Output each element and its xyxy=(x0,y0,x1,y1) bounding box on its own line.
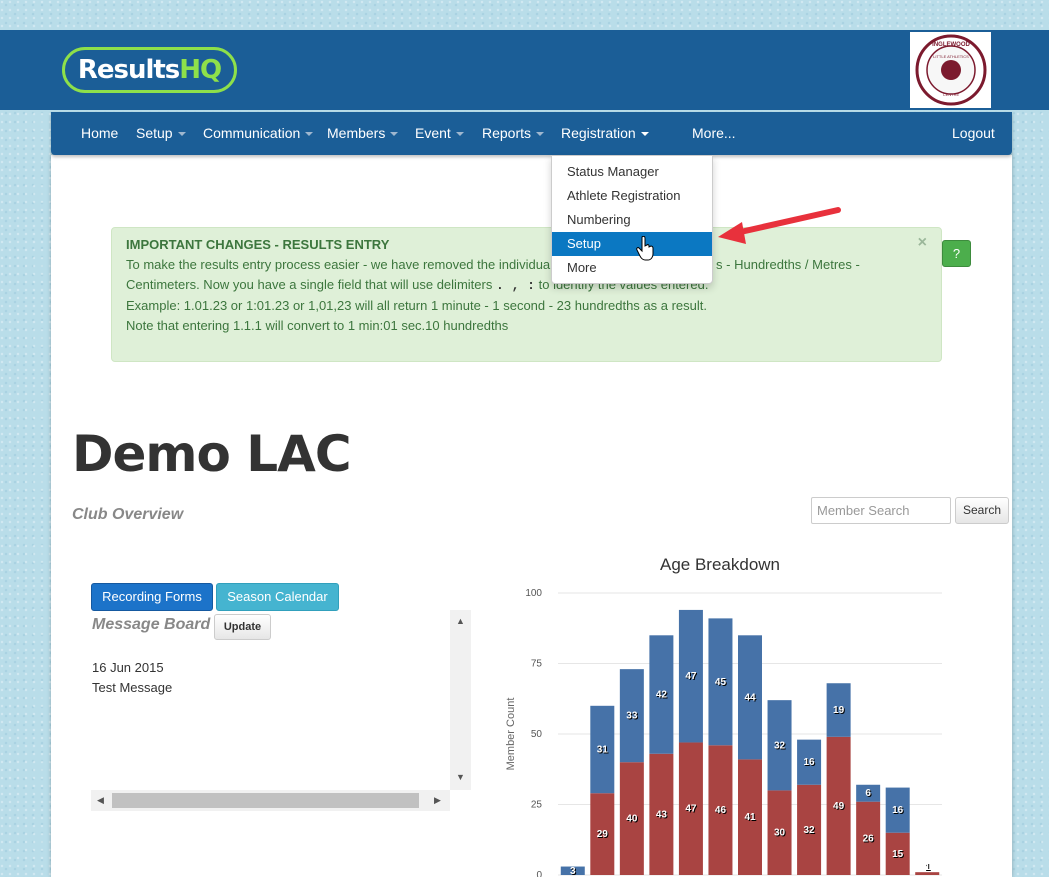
alert-line-4: Note that entering 1.1.1 will convert to… xyxy=(126,318,509,333)
caret-down-icon xyxy=(390,132,399,137)
bar-value-label: 47 xyxy=(685,671,697,682)
registration-menu-setup[interactable]: Setup xyxy=(552,232,712,256)
update-button[interactable]: Update xyxy=(214,614,271,640)
nav-reports[interactable]: Reports xyxy=(482,112,545,155)
member-search-input[interactable] xyxy=(811,497,951,524)
nav-members[interactable]: Members xyxy=(327,112,399,155)
message-date: 16 Jun 2015 xyxy=(92,660,164,675)
y-tick-label: 25 xyxy=(531,800,543,811)
message-text: Test Message xyxy=(92,680,173,695)
bar-value-label: 1 xyxy=(924,862,930,873)
club-title: Demo LAC xyxy=(72,425,352,483)
bar-value-label: 19 xyxy=(833,705,845,716)
scroll-up-icon[interactable]: ▲ xyxy=(456,616,465,626)
svg-text:INGLEWOOD: INGLEWOOD xyxy=(932,42,970,48)
alert-line-1: To make the results entry process easier… xyxy=(126,257,554,272)
bar-value-label: 47 xyxy=(685,804,697,815)
bar-value-label: 46 xyxy=(715,805,727,816)
season-calendar-button[interactable]: Season Calendar xyxy=(216,583,339,611)
registration-menu-numbering[interactable]: Numbering xyxy=(552,208,712,232)
nav-logout[interactable]: Logout xyxy=(952,112,995,155)
bar-value-label: 42 xyxy=(656,690,668,701)
caret-down-icon xyxy=(536,132,545,137)
bar-value-label: 3 xyxy=(570,866,576,877)
scroll-right-icon[interactable]: ▶ xyxy=(434,795,441,806)
message-vertical-scrollbar[interactable]: ▲ ▼ xyxy=(450,610,471,790)
search-button[interactable]: Search xyxy=(955,497,1009,524)
main-navbar: Home Setup Communication Members Event Report… xyxy=(51,112,1012,155)
nav-setup[interactable]: Setup xyxy=(136,112,186,155)
bar-value-label: 31 xyxy=(597,745,609,756)
nav-more[interactable]: More... xyxy=(692,112,736,155)
registration-dropdown: Status Manager Athlete Registration Number… xyxy=(551,155,713,284)
bar-value-label: 29 xyxy=(597,829,609,840)
bar-value-label: 44 xyxy=(744,692,756,703)
nav-registration[interactable]: Registration xyxy=(561,112,649,155)
bar-value-label: 16 xyxy=(804,757,816,768)
bar-value-label: 40 xyxy=(626,814,638,825)
y-tick-label: 0 xyxy=(536,870,542,877)
caret-down-icon xyxy=(305,132,314,137)
bar-value-label: 16 xyxy=(892,805,904,816)
club-badge-logo: INGLEWOOD LITTLE ATHLETICS CENTRE xyxy=(910,32,991,108)
y-tick-label: 50 xyxy=(531,729,543,740)
club-overview-heading: Club Overview xyxy=(72,506,184,523)
svg-text:CENTRE: CENTRE xyxy=(942,92,959,97)
nav-home[interactable]: Home xyxy=(81,112,118,155)
nav-communication[interactable]: Communication xyxy=(203,112,314,155)
bar-value-label: 6 xyxy=(865,788,871,799)
registration-menu-more[interactable]: More xyxy=(552,256,712,280)
registration-menu-athlete-registration[interactable]: Athlete Registration xyxy=(552,184,712,208)
alert-line-2: Centimeters. Now you have a single field… xyxy=(126,277,493,292)
alert-delimiters: . , : xyxy=(495,278,535,293)
bar-value-label: 26 xyxy=(863,833,875,844)
caret-down-icon xyxy=(455,132,464,137)
bar-value-label: 30 xyxy=(774,828,786,839)
svg-text:LITTLE ATHLETICS: LITTLE ATHLETICS xyxy=(933,54,969,59)
bar-value-label: 15 xyxy=(892,849,904,860)
y-axis-label: Member Count xyxy=(505,698,517,771)
horizontal-scroll-thumb[interactable] xyxy=(112,793,419,808)
bar-value-label: 32 xyxy=(774,740,786,751)
bar-value-label: 49 xyxy=(833,801,845,812)
red-arrow-annotation xyxy=(718,207,841,244)
message-horizontal-scrollbar[interactable]: ◀ ▶ xyxy=(91,790,450,811)
chart-title: Age Breakdown xyxy=(659,555,781,574)
recording-forms-button[interactable]: Recording Forms xyxy=(91,583,213,611)
bar-value-label: 41 xyxy=(744,812,756,823)
alert-line-3: Example: 1.01.23 or 1:01.23 or 1,01,23 w… xyxy=(126,298,708,313)
alert-line-1b: s - Hundredths / Metres - xyxy=(716,257,860,272)
message-board-area xyxy=(91,610,471,812)
registration-menu-status-manager[interactable]: Status Manager xyxy=(552,160,712,184)
y-tick-label: 75 xyxy=(531,659,543,670)
alert-close-icon[interactable]: × xyxy=(918,234,927,252)
nav-event[interactable]: Event xyxy=(415,112,464,155)
caret-down-icon xyxy=(640,132,649,137)
bar-value-label: 45 xyxy=(715,677,727,688)
resultshq-logo[interactable]: Results HQ xyxy=(62,47,237,93)
y-tick-label: 100 xyxy=(525,588,542,599)
bar-value-label: 32 xyxy=(804,825,816,836)
bar-value-label: 33 xyxy=(626,711,638,722)
age-breakdown-chart: 0255075100Member Count332929313140403333… xyxy=(505,588,942,877)
scroll-down-icon[interactable]: ▼ xyxy=(456,772,465,782)
message-board-title: Message Board xyxy=(92,616,211,633)
help-button[interactable]: ? xyxy=(942,240,971,267)
hand-cursor-icon xyxy=(636,236,654,261)
scroll-left-icon[interactable]: ◀ xyxy=(97,795,104,806)
bar-value-label: 43 xyxy=(656,809,668,820)
caret-down-icon xyxy=(177,132,186,137)
